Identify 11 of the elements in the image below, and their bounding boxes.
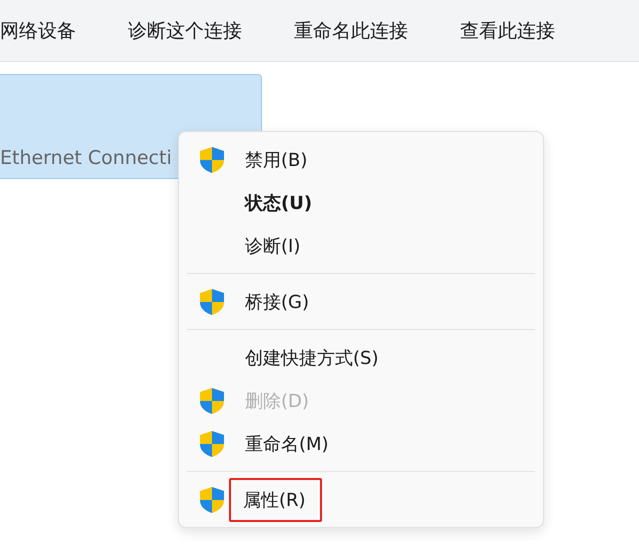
menu-item[interactable]: 创建快捷方式(S) bbox=[243, 344, 380, 372]
toolbar-button[interactable]: 网络设备 bbox=[0, 18, 76, 44]
menu-item[interactable]: 诊断(I) bbox=[243, 232, 302, 260]
connection-name: Ethernet Connecti bbox=[0, 147, 172, 169]
toolbar-button[interactable]: 查看此连接 bbox=[460, 18, 555, 44]
menu-item[interactable]: 属性(R) bbox=[229, 478, 322, 522]
toolbar-button[interactable]: 诊断这个连接 bbox=[128, 18, 242, 44]
menu-item[interactable]: 重命名(M) bbox=[243, 430, 331, 458]
menu-item[interactable]: 状态(U) bbox=[243, 188, 314, 216]
menu-item[interactable]: 桥接(G) bbox=[243, 288, 311, 316]
toolbar-button[interactable]: 重命名此连接 bbox=[294, 18, 408, 44]
